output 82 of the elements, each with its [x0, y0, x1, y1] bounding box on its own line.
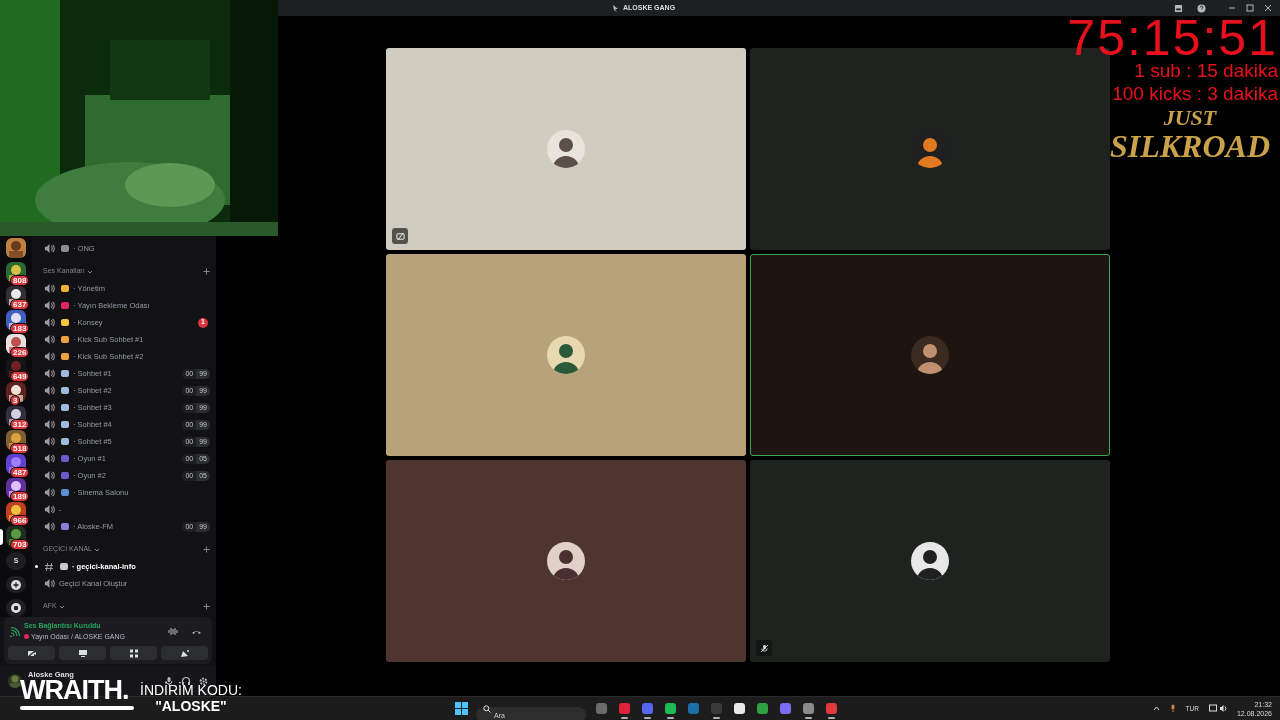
chevron-icon: [58, 603, 65, 610]
help-icon[interactable]: [1197, 3, 1206, 13]
chevron-icon: [94, 546, 100, 553]
speaker-icon: [44, 453, 55, 464]
notification-badge: 183: [10, 323, 30, 334]
discover-button[interactable]: [6, 599, 26, 617]
logo-text: SILKROAD: [1109, 129, 1270, 163]
countdown-timer: 75:15:51: [1067, 17, 1278, 59]
timer-rule: 100 kicks : 3 dakika: [1112, 82, 1278, 105]
notification-badge: 649: [10, 371, 30, 382]
speaker-icon: [44, 351, 55, 362]
emoji-icon: [24, 634, 29, 640]
plus-icon[interactable]: [203, 546, 210, 553]
app-icon[interactable]: [757, 703, 768, 714]
compass-icon: [11, 603, 21, 614]
running-indicator: [805, 716, 812, 719]
close-icon[interactable]: [1264, 4, 1272, 12]
video-off-icon: [395, 231, 405, 241]
speaker-icon: [44, 504, 55, 515]
microphone-icon[interactable]: [1169, 704, 1176, 713]
running-indicator: [644, 716, 651, 719]
discount-code: "ALOSKE": [155, 698, 227, 714]
search-icon: [483, 704, 491, 713]
speaker-icon: [44, 402, 55, 413]
server-icon: [612, 3, 619, 13]
camera-off-button[interactable]: [8, 646, 55, 660]
notification-badge: 487: [10, 467, 30, 478]
notification-badge: 518: [10, 443, 30, 454]
running-indicator: [828, 716, 835, 719]
speaker-icon: [44, 368, 55, 379]
speaker-icon: [44, 385, 55, 396]
speaker-icon: [44, 487, 55, 498]
timer-rule: 1 sub : 15 dakika: [1134, 59, 1278, 82]
network-volume-icon[interactable]: [1208, 704, 1227, 713]
discount-label: İNDİRİM KODU:: [140, 682, 242, 698]
settings-icon[interactable]: [199, 676, 208, 686]
plus-icon: [11, 579, 21, 590]
app-icon[interactable]: [734, 703, 745, 714]
notification-badge: 703: [10, 539, 30, 550]
speaker-icon: [44, 334, 55, 345]
running-indicator: [667, 716, 674, 719]
soundboard-icon: [179, 648, 190, 658]
app-icon[interactable]: [665, 703, 676, 714]
hash-icon: [44, 561, 54, 572]
activities-button[interactable]: [110, 646, 157, 660]
plus-icon[interactable]: [203, 603, 210, 610]
soundboard-button[interactable]: [161, 646, 208, 660]
speaker-icon: [44, 521, 55, 532]
screen-share-button[interactable]: [59, 646, 106, 660]
muted-microphone-icon: [759, 643, 769, 653]
speaker-icon: [44, 317, 55, 328]
selected-indicator: [0, 529, 3, 545]
chevron-icon: [86, 268, 93, 275]
logo-text: JUST: [1163, 107, 1217, 129]
signal-icon: [10, 626, 20, 637]
maximize-icon[interactable]: [1246, 4, 1254, 12]
notification-badge: 637: [10, 299, 30, 310]
screen-share-icon: [77, 648, 88, 658]
start-icon[interactable]: [455, 702, 468, 715]
minimize-icon[interactable]: [1228, 4, 1236, 12]
soundwave-icon[interactable]: [168, 627, 179, 636]
notification-badge: 808: [10, 275, 30, 286]
speaker-icon: [44, 283, 55, 294]
chevron-up-icon[interactable]: [1152, 706, 1160, 711]
running-indicator: [713, 716, 720, 719]
notification-badge: 226: [10, 347, 30, 358]
inbox-icon[interactable]: [1174, 3, 1183, 13]
notification-badge: 312: [10, 419, 30, 430]
plus-icon[interactable]: [203, 268, 210, 275]
camera-off-icon: [26, 648, 37, 658]
speaker-icon: [44, 578, 55, 589]
running-indicator: [621, 716, 628, 719]
notification-badge: 189: [10, 491, 30, 502]
speaker-icon: [44, 300, 55, 311]
app-icon[interactable]: [803, 703, 814, 714]
speaker-icon: [44, 436, 55, 447]
activities-icon: [128, 648, 139, 658]
notification-badge: 966: [10, 515, 30, 526]
add-server-button[interactable]: [6, 575, 26, 594]
speaker-icon: [44, 243, 55, 254]
speaker-icon: [44, 470, 55, 481]
speaker-icon: [44, 419, 55, 430]
